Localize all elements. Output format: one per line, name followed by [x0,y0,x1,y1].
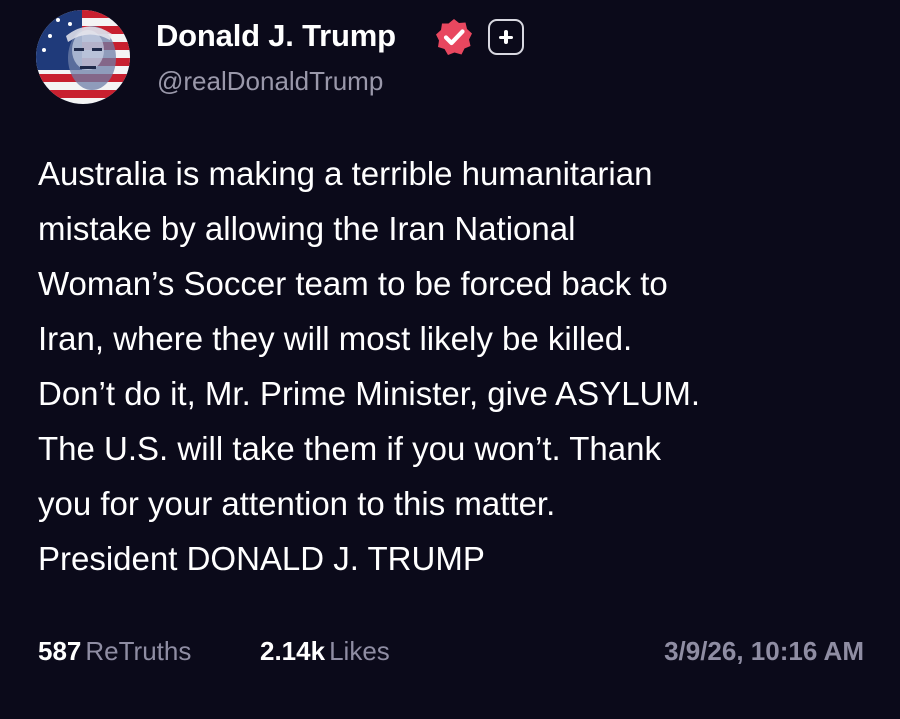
retruths-count: 587 [38,636,82,666]
display-name[interactable]: Donald J. Trump [156,18,396,54]
truth-post: Donald J. Trump @realDonaldTrump Austral… [0,0,900,719]
likes-stat[interactable]: 2.14k Likes [260,636,390,667]
flag-portrait-avatar [36,10,130,104]
likes-count: 2.14k [260,636,326,666]
avatar[interactable] [36,10,130,104]
user-handle[interactable]: @realDonaldTrump [157,66,383,97]
post-timestamp[interactable]: 3/9/26, 10:16 AM [664,636,864,667]
retruths-label: ReTruths [85,636,192,666]
retruths-stat[interactable]: 587 ReTruths [38,636,191,667]
post-text: Australia is making a terrible humanitar… [38,155,701,577]
post-footer: 587 ReTruths 2.14k Likes 3/9/26, 10:16 AM [38,636,864,676]
plus-badge-icon[interactable] [488,19,524,55]
likes-label: Likes [329,636,390,666]
verified-badge-icon [436,19,472,55]
